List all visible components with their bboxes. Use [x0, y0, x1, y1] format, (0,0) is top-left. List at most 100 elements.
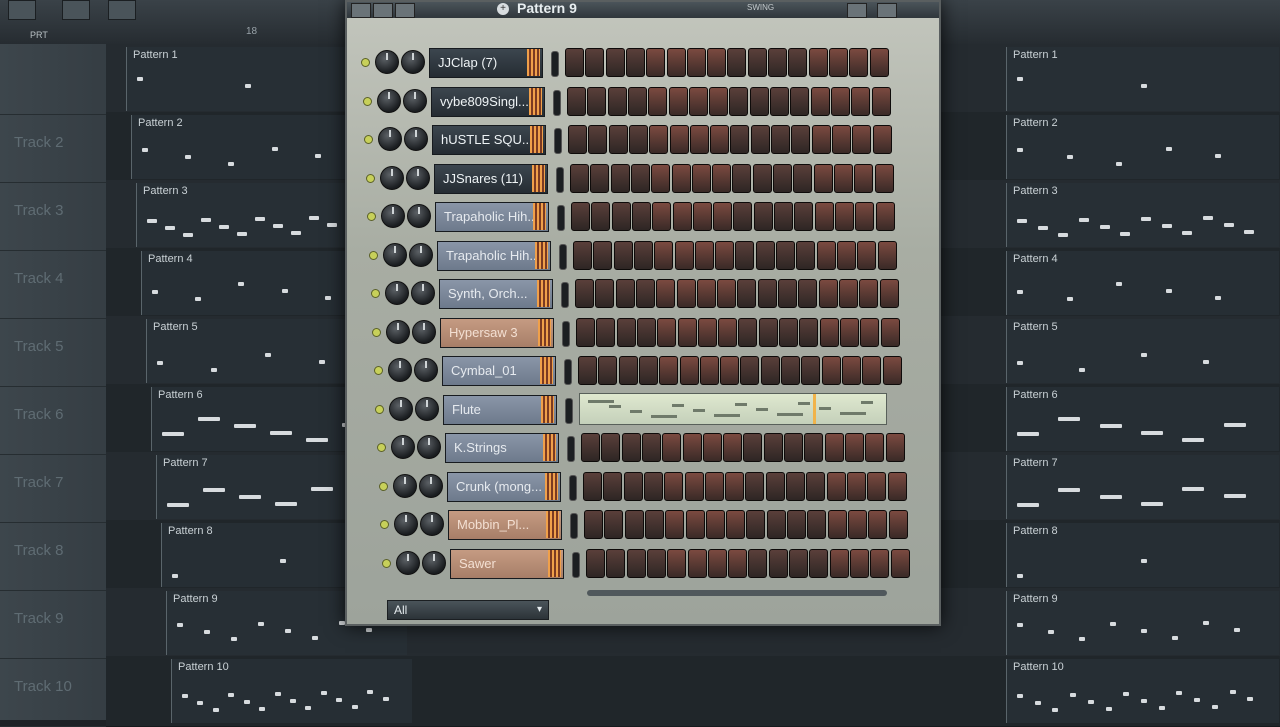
playlist-row[interactable]: Pattern 10 Pattern 10 — [106, 656, 1280, 727]
step-button[interactable] — [576, 317, 595, 347]
channel-mute-led[interactable] — [375, 404, 384, 414]
step-button[interactable] — [869, 48, 889, 77]
pattern-clip[interactable]: Pattern 7 — [1006, 455, 1279, 519]
step-button[interactable] — [718, 317, 738, 347]
step-button[interactable] — [685, 510, 705, 539]
step-button[interactable] — [784, 433, 803, 462]
step-button[interactable] — [880, 317, 900, 347]
step-button[interactable] — [867, 471, 887, 501]
step-button[interactable] — [712, 163, 732, 193]
step-button[interactable] — [643, 471, 663, 501]
channel-select-led[interactable] — [553, 89, 561, 116]
step-button[interactable] — [707, 548, 727, 578]
step-button[interactable] — [616, 317, 636, 347]
step-button[interactable] — [720, 356, 740, 385]
channel-name-button[interactable]: K.Strings — [445, 433, 559, 463]
step-sequencer-window[interactable]: + Pattern 9 SWING JJClap (7) vybe809Singl… — [345, 0, 941, 626]
step-button[interactable] — [836, 240, 856, 270]
step-button[interactable] — [691, 163, 711, 193]
step-button[interactable] — [646, 548, 666, 578]
step-button[interactable] — [686, 48, 706, 77]
step-button[interactable] — [804, 433, 824, 462]
channel-name-button[interactable]: Trapaholic Hih... — [437, 240, 551, 271]
channel-name-button[interactable]: Flute — [443, 394, 557, 425]
step-button[interactable] — [770, 86, 789, 116]
pan-knob[interactable] — [375, 50, 399, 74]
channel-filter-select[interactable]: All — [387, 600, 549, 620]
step-button[interactable] — [591, 202, 611, 231]
swing-label[interactable]: SWING — [747, 3, 774, 12]
channel-select-led[interactable] — [551, 51, 559, 77]
channel-mute-led[interactable] — [363, 96, 372, 106]
step-button[interactable] — [890, 548, 910, 578]
step-button[interactable] — [748, 548, 768, 578]
step-button[interactable] — [664, 471, 684, 501]
step-button[interactable] — [611, 202, 631, 231]
step-button[interactable] — [750, 125, 770, 154]
sequencer-title-bar[interactable]: + Pattern 9 SWING — [347, 0, 939, 18]
step-button[interactable] — [651, 163, 671, 193]
step-button[interactable] — [662, 433, 682, 462]
step-button[interactable] — [755, 240, 775, 270]
channel-mute-led[interactable] — [382, 558, 391, 568]
step-button[interactable] — [674, 240, 694, 270]
step-button[interactable] — [814, 202, 834, 231]
channel-mute-led[interactable] — [372, 327, 381, 337]
step-button[interactable] — [888, 510, 908, 539]
step-button[interactable] — [809, 548, 829, 578]
step-button[interactable] — [595, 279, 615, 308]
step-button[interactable] — [740, 356, 760, 385]
step-button[interactable] — [753, 202, 773, 231]
pattern-clip[interactable]: Pattern 4 — [1006, 251, 1279, 315]
pan-knob[interactable] — [385, 281, 409, 305]
channel-select-led[interactable] — [572, 551, 580, 578]
step-button[interactable] — [730, 125, 750, 154]
move-icon[interactable] — [351, 3, 371, 18]
step-button[interactable] — [844, 433, 864, 462]
channel-mute-led[interactable] — [377, 443, 386, 452]
step-button[interactable] — [578, 356, 597, 385]
pattern-clip[interactable]: Pattern 5 — [1006, 319, 1279, 383]
step-button[interactable] — [656, 279, 676, 308]
channel-mute-led[interactable] — [379, 481, 388, 491]
step-button[interactable] — [665, 510, 685, 539]
step-button[interactable] — [590, 163, 610, 193]
step-button[interactable] — [610, 163, 630, 193]
step-button[interactable] — [621, 433, 641, 462]
step-button[interactable] — [729, 86, 749, 116]
step-button[interactable] — [604, 510, 624, 539]
step-button[interactable] — [641, 433, 661, 462]
pan-knob[interactable] — [377, 88, 401, 113]
step-button[interactable] — [745, 471, 765, 501]
step-button[interactable] — [766, 510, 786, 539]
channel-mute-led[interactable] — [369, 250, 378, 260]
pattern-tool-icon[interactable] — [8, 0, 36, 20]
step-button[interactable] — [778, 279, 797, 308]
step-button[interactable] — [882, 356, 902, 385]
step-button[interactable] — [606, 548, 626, 578]
step-button[interactable] — [813, 163, 833, 193]
step-button[interactable] — [768, 548, 788, 578]
step-button[interactable] — [710, 125, 730, 154]
step-button[interactable] — [796, 240, 816, 270]
step-button[interactable] — [696, 279, 716, 308]
step-button[interactable] — [738, 317, 758, 347]
step-button[interactable] — [733, 202, 753, 231]
channel-name-button[interactable]: Synth, Orch... — [439, 279, 553, 309]
step-button[interactable] — [672, 202, 692, 231]
step-button[interactable] — [763, 433, 783, 462]
step-button[interactable] — [603, 471, 623, 501]
channel-name-button[interactable]: Mobbin_Pl... — [448, 510, 562, 540]
channel-name-button[interactable]: Cymbal_01 — [442, 356, 556, 386]
step-button[interactable] — [608, 125, 628, 154]
volume-knob[interactable] — [417, 435, 441, 459]
step-button[interactable] — [666, 48, 686, 77]
step-button[interactable] — [834, 202, 854, 231]
add-pattern-icon[interactable]: + — [497, 3, 509, 15]
step-button[interactable] — [571, 202, 590, 231]
pan-knob[interactable] — [386, 319, 410, 344]
volume-knob[interactable] — [401, 50, 425, 74]
step-button[interactable] — [826, 471, 846, 501]
step-button[interactable] — [601, 433, 621, 462]
step-button[interactable] — [818, 279, 838, 308]
